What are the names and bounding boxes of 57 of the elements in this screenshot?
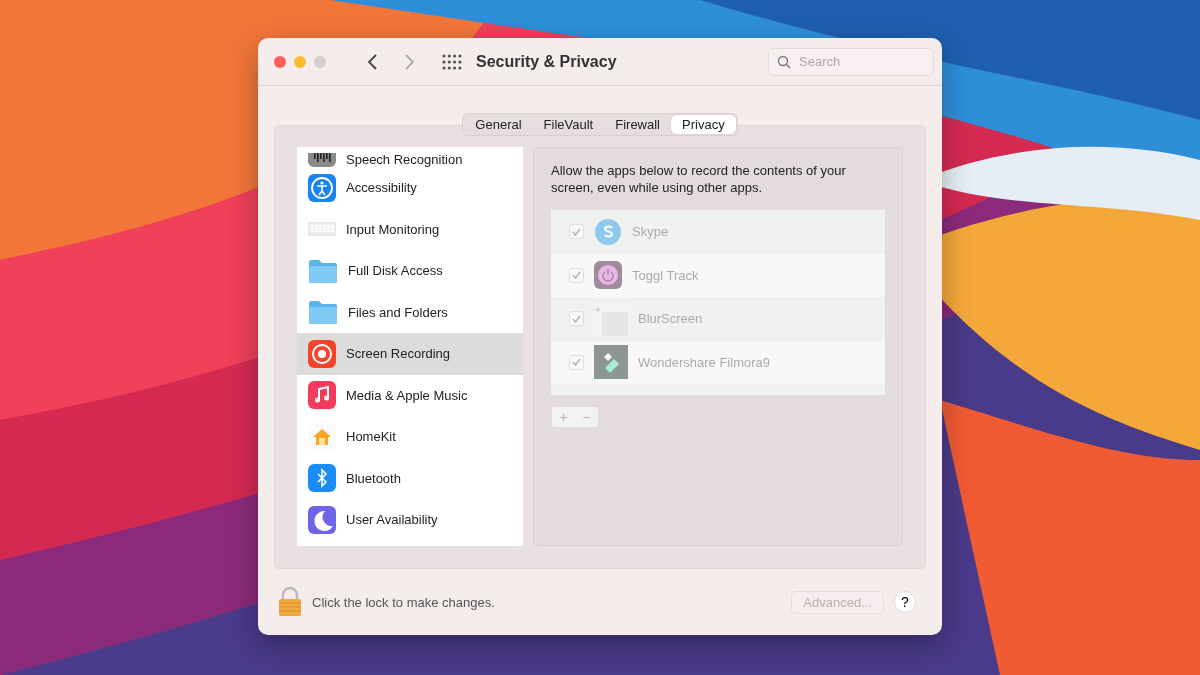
sidebar-item[interactable]: Accessibility xyxy=(297,167,523,209)
window-title: Security & Privacy xyxy=(476,52,617,71)
sidebar-item-label: Media & Apple Music xyxy=(346,387,468,403)
lock-hint-text: Click the lock to make changes. xyxy=(312,594,495,610)
skype-logo-icon xyxy=(594,217,622,246)
sidebar-item-label: Screen Recording xyxy=(346,346,451,362)
forward-icon[interactable] xyxy=(402,53,416,70)
app-name: Wondershare Filmora9 xyxy=(638,354,770,370)
sidebar-item[interactable]: Screen Recording xyxy=(297,333,523,375)
search-field[interactable]: Search xyxy=(768,47,934,76)
sidebar-item-label: Full Disk Access xyxy=(348,263,443,279)
keyboard-icon xyxy=(308,222,336,237)
zoom-button[interactable] xyxy=(314,55,326,68)
sidebar-item-label: HomeKit xyxy=(346,429,396,445)
sidebar-item-label: Input Monitoring xyxy=(346,221,440,237)
folder-icon xyxy=(308,300,338,325)
app-name: BlurScreen xyxy=(638,311,703,327)
checkmark-icon xyxy=(572,358,581,367)
sidebar-item[interactable]: Media & Apple Music xyxy=(297,374,523,416)
sidebar-item-label: Speech Recognition xyxy=(346,152,463,167)
sidebar-item-label: Bluetooth xyxy=(346,470,401,486)
sidebar-item[interactable]: Input Monitoring xyxy=(297,208,523,250)
folder-icon xyxy=(308,258,338,283)
app-name: Skype xyxy=(632,224,669,240)
padlock-icon[interactable] xyxy=(278,587,302,617)
checkmark-icon xyxy=(572,227,581,236)
record-icon xyxy=(308,339,336,368)
power-icon xyxy=(594,261,622,290)
music-note-icon xyxy=(308,381,336,410)
sidebar-item[interactable]: Speech Recognition xyxy=(297,147,523,167)
tab[interactable]: FileVault xyxy=(532,115,605,134)
sidebar-item-label: User Availability xyxy=(346,512,438,528)
sidebar-item[interactable]: HomeKit xyxy=(297,416,523,458)
moon-icon xyxy=(308,505,336,534)
close-button[interactable] xyxy=(274,55,286,68)
sidebar-item-label: Accessibility xyxy=(346,180,417,196)
sidebar-item-label: Files and Folders xyxy=(348,304,448,320)
film-app-icon xyxy=(594,345,628,380)
tab[interactable]: Privacy xyxy=(671,115,736,134)
tab[interactable]: General xyxy=(464,115,533,134)
back-icon[interactable] xyxy=(366,53,380,70)
grid-icon[interactable] xyxy=(442,53,462,70)
sidebar-item[interactable]: User Availability xyxy=(297,499,523,541)
sidebar-item[interactable]: Files and Folders xyxy=(297,291,523,333)
sidebar-item[interactable]: Bluetooth xyxy=(297,457,523,499)
description-text: Allow the apps below to record the contents of your screen, even while using other apps. xyxy=(551,162,847,196)
app-name: Toggl Track xyxy=(632,267,699,283)
minimize-button[interactable] xyxy=(294,55,306,68)
bluetooth-icon xyxy=(308,464,336,493)
waveform-icon xyxy=(308,153,336,167)
sidebar-item[interactable]: Full Disk Access xyxy=(297,250,523,292)
accessibility-icon xyxy=(308,173,336,202)
search-icon xyxy=(777,54,791,69)
checkmark-icon xyxy=(572,314,581,323)
help-button[interactable]: ? xyxy=(894,591,916,613)
checkmark-icon xyxy=(572,271,581,280)
tab[interactable]: Firewall xyxy=(604,115,671,134)
